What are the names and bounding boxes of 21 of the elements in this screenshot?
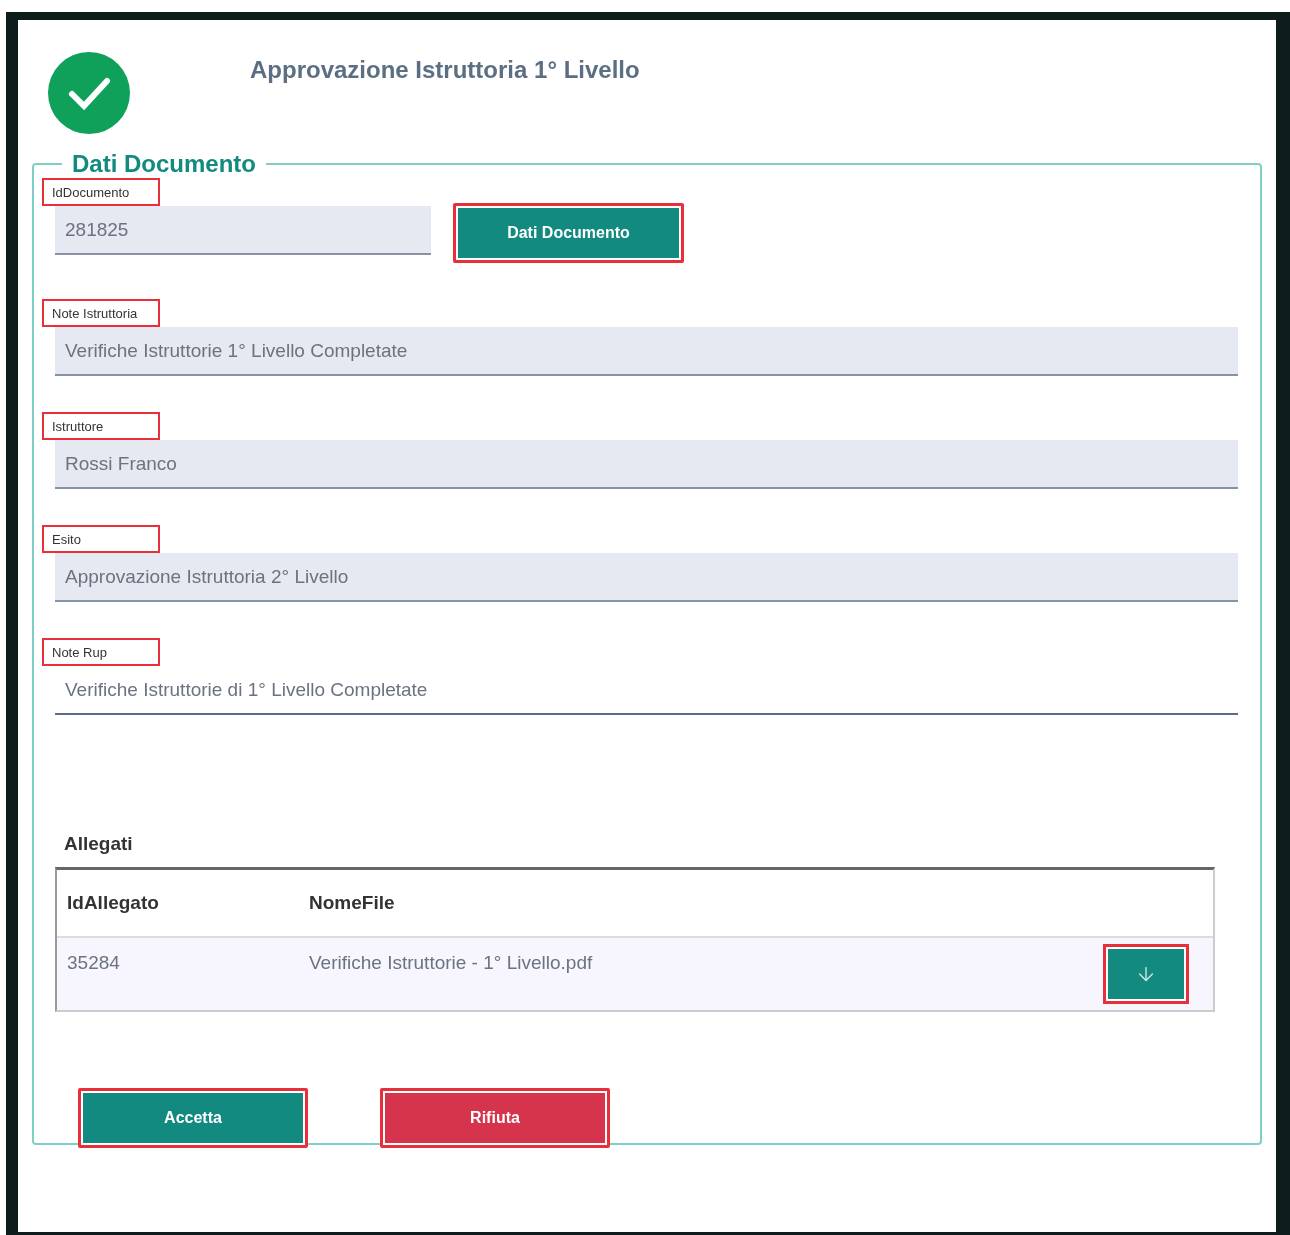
input-field[interactable]: Verifiche Istruttorie 1° Livello Completate bbox=[55, 327, 1238, 376]
field-label: Note Rup bbox=[42, 638, 160, 666]
input-field[interactable]: Approvazione Istruttoria 2° Livello bbox=[55, 553, 1238, 602]
reject-button[interactable]: Rifiuta bbox=[380, 1088, 610, 1148]
field-label: IdDocumento bbox=[42, 178, 160, 206]
field-label: Istruttore bbox=[42, 412, 160, 440]
attachments-title: Allegati bbox=[64, 833, 134, 855]
field-label: Esito bbox=[42, 525, 160, 553]
section-title: Dati Documento bbox=[71, 150, 257, 178]
check-circle-icon bbox=[48, 52, 130, 134]
table-cell-text: 35284 bbox=[66, 951, 121, 974]
input-field[interactable]: Rossi Franco bbox=[55, 440, 1238, 489]
dialog-title: Approvazione Istruttoria 1° Livello bbox=[250, 56, 640, 84]
column-header: NomeFile bbox=[308, 892, 396, 914]
accept-button[interactable]: Accetta bbox=[78, 1088, 308, 1148]
column-header: IdAllegato bbox=[66, 892, 160, 914]
table-cell-text: Verifiche Istruttorie - 1° Livello.pdf bbox=[308, 951, 594, 974]
details-button[interactable]: Dati Documento bbox=[453, 203, 684, 263]
download-button[interactable] bbox=[1103, 944, 1189, 1004]
field-label: Note Istruttoria bbox=[42, 299, 160, 327]
input-field[interactable]: 281825 bbox=[55, 206, 431, 255]
